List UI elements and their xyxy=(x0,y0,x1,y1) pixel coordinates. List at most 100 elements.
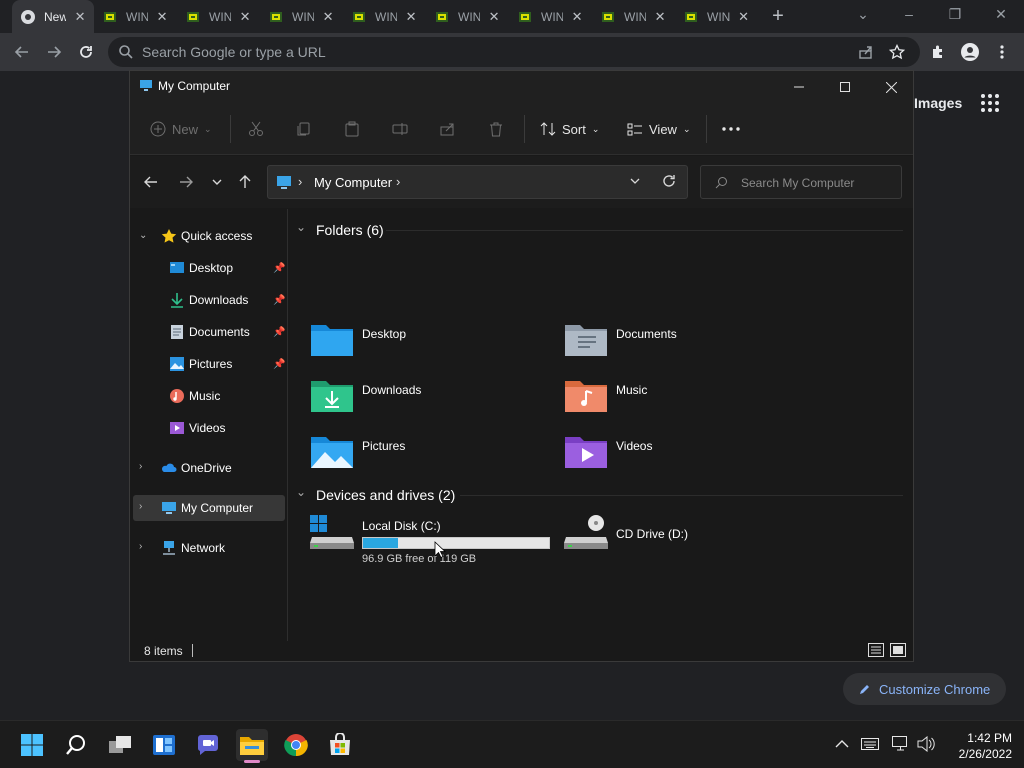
address-dropdown-icon[interactable] xyxy=(630,177,640,185)
folder-documents[interactable]: Documents xyxy=(564,321,804,365)
pin-icon[interactable]: 📌 xyxy=(273,295,285,306)
forward-icon[interactable] xyxy=(42,40,66,64)
tab-close-icon[interactable]: ✕ xyxy=(654,9,666,25)
close-button[interactable] xyxy=(868,71,914,103)
breadcrumb[interactable]: My Computer xyxy=(314,175,392,190)
tab-game[interactable]: WINDOWS 11 ✕ xyxy=(426,0,508,33)
chevron-right-icon[interactable]: › xyxy=(139,501,149,512)
folder-videos[interactable]: Videos xyxy=(564,433,804,477)
tab-game[interactable]: WINDOWS 11 ✕ xyxy=(509,0,591,33)
omnibox[interactable]: Search Google or type a URL xyxy=(108,37,920,67)
folder-pictures[interactable]: Pictures xyxy=(310,433,550,477)
chevron-right-icon[interactable]: › xyxy=(139,541,149,552)
tab-search-chevron-icon[interactable]: ⌄ xyxy=(851,3,875,25)
pin-icon[interactable]: 📌 xyxy=(273,263,285,274)
up-arrow-icon[interactable] xyxy=(235,173,255,191)
chat-button[interactable] xyxy=(192,729,224,761)
tab-game[interactable]: WINDOWS 11 ✕ xyxy=(177,0,259,33)
back-icon[interactable] xyxy=(10,40,34,64)
keyboard-icon[interactable] xyxy=(861,735,879,753)
back-arrow-icon[interactable] xyxy=(141,173,161,191)
pin-icon[interactable]: 📌 xyxy=(273,359,285,370)
chevron-up-icon[interactable] xyxy=(833,735,851,753)
window-titlebar[interactable]: My Computer xyxy=(130,71,913,103)
sidebar-item-documents[interactable]: Documents 📌 xyxy=(133,319,285,345)
forward-arrow-icon[interactable] xyxy=(176,173,196,191)
tab-close-icon[interactable]: ✕ xyxy=(156,9,168,25)
google-apps-icon[interactable] xyxy=(981,94,999,112)
details-view-icon[interactable] xyxy=(868,643,884,657)
close-icon[interactable]: ✕ xyxy=(989,3,1013,25)
minimize-icon[interactable]: – xyxy=(897,3,921,25)
paste-icon[interactable] xyxy=(344,117,360,141)
address-bar[interactable]: › My Computer › xyxy=(267,165,688,199)
recent-locations-chevron-icon[interactable] xyxy=(207,173,227,191)
tab-game[interactable]: WINDOWS 11 ✕ xyxy=(94,0,176,33)
volume-icon[interactable] xyxy=(917,735,935,753)
tab-close-icon[interactable]: ✕ xyxy=(74,9,86,25)
sidebar-item-network[interactable]: › Network xyxy=(133,535,285,561)
folder-desktop[interactable]: Desktop xyxy=(310,321,550,365)
sidebar-item-desktop[interactable]: Desktop 📌 xyxy=(133,255,285,281)
rename-icon[interactable] xyxy=(392,117,408,141)
sidebar-item-music[interactable]: Music xyxy=(133,383,285,409)
menu-kebab-icon[interactable] xyxy=(990,40,1014,64)
more-options-icon[interactable] xyxy=(722,117,740,141)
tab-close-icon[interactable]: ✕ xyxy=(322,9,334,25)
tab-game[interactable]: WINDOWS 11 ✕ xyxy=(675,0,757,33)
chevron-down-icon[interactable]: ⌄ xyxy=(296,220,306,234)
maximize-button[interactable] xyxy=(822,71,868,103)
profile-icon[interactable] xyxy=(958,40,982,64)
sidebar-item-onedrive[interactable]: › OneDrive xyxy=(133,455,285,481)
sidebar-item-my-computer[interactable]: › My Computer xyxy=(133,495,285,521)
customize-chrome-button[interactable]: Customize Chrome xyxy=(843,673,1006,705)
drive-d[interactable]: CD Drive (D:) xyxy=(564,515,804,559)
chevron-down-icon[interactable]: ⌄ xyxy=(296,485,306,499)
sort-button[interactable]: Sort ⌄ xyxy=(540,117,599,141)
sidebar-item-quick-access[interactable]: ⌄ Quick access xyxy=(133,223,285,249)
refresh-icon[interactable] xyxy=(662,174,676,188)
widgets-button[interactable] xyxy=(148,729,180,761)
tab-new-tab[interactable]: New Tab ✕ xyxy=(12,0,94,33)
view-button[interactable]: View ⌄ xyxy=(627,117,691,141)
sidebar-item-videos[interactable]: Videos xyxy=(133,415,285,441)
cut-icon[interactable] xyxy=(248,117,264,141)
chevron-down-icon[interactable]: ⌄ xyxy=(139,230,149,241)
tab-game[interactable]: WINDOWS 11 ✕ xyxy=(343,0,425,33)
tab-close-icon[interactable]: ✕ xyxy=(738,9,749,25)
share-icon[interactable] xyxy=(858,44,874,60)
tab-close-icon[interactable]: ✕ xyxy=(571,9,583,25)
tab-close-icon[interactable]: ✕ xyxy=(239,9,251,25)
extensions-icon[interactable] xyxy=(926,40,950,64)
search-box[interactable]: Search My Computer xyxy=(700,165,902,199)
system-clock[interactable]: 1:42 PM 2/26/2022 xyxy=(940,730,1012,762)
network-icon[interactable] xyxy=(892,735,910,753)
restore-icon[interactable]: ❐ xyxy=(943,3,967,25)
new-tab-button[interactable]: + xyxy=(768,5,788,27)
folder-music[interactable]: Music xyxy=(564,377,804,421)
start-button[interactable] xyxy=(16,729,48,761)
large-icons-view-icon[interactable] xyxy=(890,643,906,657)
delete-icon[interactable] xyxy=(488,117,504,141)
chevron-right-icon[interactable]: › xyxy=(139,461,149,472)
folder-downloads[interactable]: Downloads xyxy=(310,377,550,421)
minimize-button[interactable] xyxy=(776,71,822,103)
sidebar-item-downloads[interactable]: Downloads 📌 xyxy=(133,287,285,313)
tab-close-icon[interactable]: ✕ xyxy=(405,9,417,25)
tab-close-icon[interactable]: ✕ xyxy=(488,9,500,25)
copy-icon[interactable] xyxy=(296,117,312,141)
chrome-button[interactable] xyxy=(280,729,312,761)
pin-icon[interactable]: 📌 xyxy=(273,327,285,338)
tab-game[interactable]: WINDOWS 11 ✕ xyxy=(260,0,342,33)
sidebar-item-pictures[interactable]: Pictures 📌 xyxy=(133,351,285,377)
store-button[interactable] xyxy=(324,729,356,761)
reload-icon[interactable] xyxy=(74,40,98,64)
file-explorer-button[interactable] xyxy=(236,729,268,763)
google-images-link[interactable]: Images xyxy=(914,95,962,111)
bookmark-star-icon[interactable] xyxy=(889,44,905,60)
tab-game[interactable]: WINDOWS 11 ✕ xyxy=(592,0,674,33)
task-view-button[interactable] xyxy=(104,729,136,761)
search-button[interactable] xyxy=(60,729,92,761)
drive-c[interactable]: Local Disk (C:) 96.9 GB free of 119 GB xyxy=(310,515,554,565)
share-icon[interactable] xyxy=(440,117,456,141)
